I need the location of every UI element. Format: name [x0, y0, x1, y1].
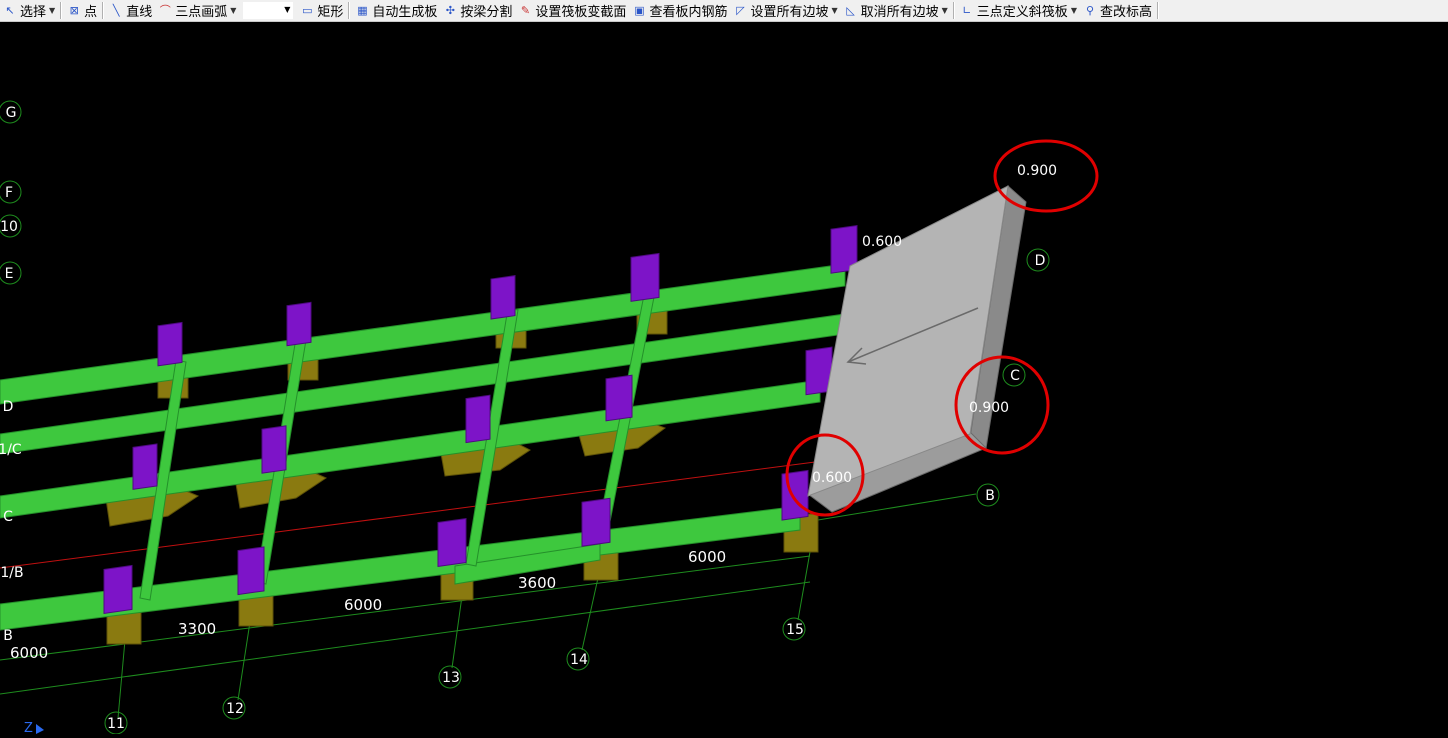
- cancel-all-slopes-button[interactable]: ◺ 取消所有边坡 ▼: [841, 0, 951, 21]
- edit-elevation-button[interactable]: ⚲ 查改标高: [1080, 0, 1155, 21]
- variable-section-label: 设置筏板变截面: [535, 5, 627, 20]
- view-rebar-label: 查看板内钢筋: [649, 5, 728, 20]
- chevron-down-icon: ▼: [284, 5, 291, 14]
- grid-line-13: [451, 595, 463, 669]
- three-point-slope-label: 三点定义斜筏板: [976, 5, 1068, 20]
- elevation-label-top-left: 0.600: [862, 234, 902, 250]
- cancel-all-slopes-label: 取消所有边坡: [860, 5, 939, 20]
- elevation-label-bottom-left: 0.600: [812, 470, 852, 486]
- axis-label-bottom: 13: [442, 670, 460, 686]
- column: [237, 546, 265, 596]
- variable-section-button[interactable]: ✎ 设置筏板变截面: [515, 0, 629, 21]
- column: [630, 252, 660, 302]
- elevation-label-top-corner: 0.900: [1017, 163, 1057, 179]
- arc-tool-label: 三点画弧: [175, 5, 228, 20]
- axis-label-left: 1/C: [0, 442, 22, 458]
- set-all-slopes-label: 设置所有边坡: [750, 5, 829, 20]
- axis-label-right: C: [1010, 368, 1020, 384]
- point-icon: ⊠: [69, 3, 79, 17]
- point-tool-button[interactable]: ⊠ 点: [64, 0, 100, 21]
- chevron-down-icon: ▼: [941, 6, 948, 15]
- axis-label-bottom: 15: [786, 622, 804, 638]
- toolbar-divider: [60, 2, 63, 19]
- three-point-slope-button[interactable]: ∟ 三点定义斜筏板 ▼: [957, 0, 1080, 21]
- edit-elevation-label: 查改标高: [1099, 5, 1152, 20]
- select-tool-button[interactable]: ↖ 选择 ▼: [0, 0, 58, 21]
- axis-label-bottom: 14: [570, 652, 588, 668]
- shape-select[interactable]: ▼: [243, 2, 294, 19]
- arc-icon: ⌒: [159, 3, 171, 17]
- column: [157, 321, 183, 367]
- z-axis-indicator: Z: [24, 721, 33, 734]
- point-tool-label: 点: [84, 5, 98, 20]
- select-tool-label: 选择: [20, 5, 47, 20]
- grid-line-11: [117, 639, 126, 719]
- grid-line-15: [797, 551, 811, 621]
- chevron-down-icon: ▼: [49, 6, 56, 15]
- 3d-model-viewport[interactable]: 6000 3300 6000 3600 6000 0.900 0.900 0.6…: [0, 22, 1448, 736]
- axis-label-left: E: [5, 266, 14, 282]
- dimension-label: 3600: [518, 574, 556, 592]
- cursor-arrow-icon: ↖: [5, 3, 15, 17]
- dimension-label: 6000: [344, 596, 382, 614]
- arc-tool-button[interactable]: ⌒ 三点画弧 ▼: [155, 0, 239, 21]
- axis-label-left: 1/B: [0, 565, 23, 581]
- split-by-beam-label: 按梁分割: [460, 5, 513, 20]
- axis-arrow-icon: [36, 724, 44, 734]
- axis-label-bottom: 12: [226, 701, 244, 717]
- toolbar-divider: [102, 2, 105, 19]
- line-icon: ╲: [112, 3, 120, 17]
- grid-auto-icon: ▦: [357, 3, 368, 17]
- axis-label-left: B: [3, 628, 13, 644]
- auto-generate-slab-button[interactable]: ▦ 自动生成板: [352, 0, 440, 21]
- edit-elevation-icon: ⚲: [1085, 3, 1094, 17]
- set-slope-icon: ◸: [736, 3, 745, 17]
- column: [605, 374, 633, 422]
- column: [465, 394, 491, 444]
- axis-label-left: C: [3, 509, 13, 525]
- three-point-slope-icon: ∟: [962, 3, 972, 17]
- line-tool-label: 直线: [126, 5, 153, 20]
- chevron-down-icon: ▼: [1070, 6, 1077, 15]
- axis-label-right: B: [985, 488, 995, 504]
- column: [286, 301, 312, 347]
- toolbar-divider: [952, 2, 955, 19]
- axis-label-right: D: [1035, 253, 1046, 269]
- variable-section-icon: ✎: [520, 3, 531, 17]
- axis-label-left: D: [3, 399, 14, 415]
- column: [132, 443, 158, 490]
- axis-label-left: 10: [0, 219, 18, 235]
- column: [581, 497, 611, 547]
- rectangle-tool-button[interactable]: ▭ 矩形: [297, 0, 346, 21]
- column: [490, 275, 516, 320]
- dimension-label: 3300: [178, 620, 216, 638]
- column: [261, 425, 287, 474]
- axis-label-bottom: 11: [107, 716, 125, 732]
- drawing-toolbar: ↖ 选择 ▼ ⊠ 点 ╲ 直线 ⌒ 三点画弧 ▼ ▼ ▭ 矩形 ▦ 自动生成板 …: [0, 0, 1448, 22]
- chevron-down-icon: ▼: [831, 6, 838, 15]
- view-rebar-button[interactable]: ▣ 查看板内钢筋: [629, 0, 730, 21]
- split-by-beam-button[interactable]: ✣ 按梁分割: [440, 0, 515, 21]
- elevation-label-right-edge: 0.900: [969, 400, 1009, 416]
- dimension-label: 6000: [688, 548, 726, 566]
- cancel-slope-icon: ◺: [846, 3, 855, 17]
- column: [103, 564, 133, 614]
- chevron-down-icon: ▼: [230, 6, 237, 15]
- dimension-label: 6000: [10, 644, 48, 662]
- axis-label-left: G: [6, 105, 17, 121]
- set-all-slopes-button[interactable]: ◸ 设置所有边坡 ▼: [730, 0, 840, 21]
- auto-generate-slab-label: 自动生成板: [372, 5, 438, 20]
- beam: [0, 379, 821, 519]
- column: [437, 517, 467, 568]
- view-rebar-icon: ▣: [634, 3, 645, 17]
- toolbar-divider: [1156, 2, 1159, 19]
- grid-line-14: [581, 577, 599, 651]
- axis-label-left: F: [5, 185, 13, 201]
- line-tool-button[interactable]: ╲ 直线: [106, 0, 155, 21]
- split-by-beam-icon: ✣: [445, 3, 456, 17]
- rectangle-icon: ▭: [302, 3, 313, 17]
- rectangle-tool-label: 矩形: [317, 5, 344, 20]
- model-canvas[interactable]: 6000 3300 6000 3600 6000 0.900 0.900 0.6…: [0, 22, 1448, 736]
- toolbar-divider: [348, 2, 351, 19]
